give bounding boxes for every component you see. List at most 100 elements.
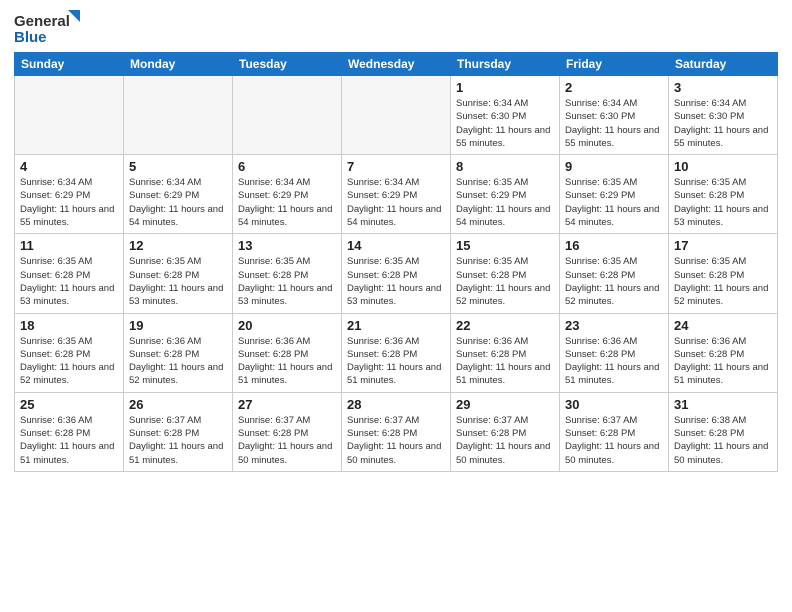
day-number: 20	[238, 318, 336, 333]
dow-header-thursday: Thursday	[451, 53, 560, 76]
week-row-2: 4Sunrise: 6:34 AM Sunset: 6:29 PM Daylig…	[15, 155, 778, 234]
day-number: 25	[20, 397, 118, 412]
day-number: 23	[565, 318, 663, 333]
calendar-cell	[342, 76, 451, 155]
day-number: 5	[129, 159, 227, 174]
header: GeneralBlue	[14, 10, 778, 46]
calendar-cell: 20 Sunrise: 6:36 AM Sunset: 6:28 PM Dayli…	[233, 313, 342, 392]
day-detail: Sunrise: 6:35 AM Sunset: 6:28 PM Dayligh…	[674, 255, 772, 308]
svg-text:Blue: Blue	[14, 29, 47, 46]
logo: GeneralBlue	[14, 10, 84, 46]
calendar-body: 1 Sunrise: 6:34 AM Sunset: 6:30 PM Daylig…	[15, 76, 778, 472]
day-number: 15	[456, 238, 554, 253]
day-number: 19	[129, 318, 227, 333]
day-detail: Sunrise: 6:34 AM Sunset: 6:29 PM Dayligh…	[20, 176, 118, 229]
day-number: 21	[347, 318, 445, 333]
calendar-cell: 31 Sunrise: 6:38 AM Sunset: 6:28 PM Dayli…	[669, 392, 778, 471]
day-detail: Sunrise: 6:35 AM Sunset: 6:28 PM Dayligh…	[129, 255, 227, 308]
calendar-cell: 24Sunrise: 6:36 AM Sunset: 6:28 PM Dayli…	[669, 313, 778, 392]
dow-header-sunday: Sunday	[15, 53, 124, 76]
calendar-cell: 14Sunrise: 6:35 AM Sunset: 6:28 PM Dayli…	[342, 234, 451, 313]
day-detail: Sunrise: 6:35 AM Sunset: 6:28 PM Dayligh…	[347, 255, 445, 308]
day-number: 3	[674, 80, 772, 95]
calendar-cell: 4Sunrise: 6:34 AM Sunset: 6:29 PM Daylig…	[15, 155, 124, 234]
week-row-5: 25 Sunrise: 6:36 AM Sunset: 6:28 PM Dayli…	[15, 392, 778, 471]
day-detail: Sunrise: 6:34 AM Sunset: 6:30 PM Dayligh…	[674, 97, 772, 150]
dow-header-tuesday: Tuesday	[233, 53, 342, 76]
page: GeneralBlue SundayMondayTuesdayWednesday…	[0, 0, 792, 612]
calendar-cell: 21 Sunrise: 6:36 AM Sunset: 6:28 PM Dayli…	[342, 313, 451, 392]
day-number: 9	[565, 159, 663, 174]
calendar-cell: 12Sunrise: 6:35 AM Sunset: 6:28 PM Dayli…	[124, 234, 233, 313]
calendar-cell: 10Sunrise: 6:35 AM Sunset: 6:28 PM Dayli…	[669, 155, 778, 234]
calendar-cell: 27 Sunrise: 6:37 AM Sunset: 6:28 PM Dayli…	[233, 392, 342, 471]
day-number: 6	[238, 159, 336, 174]
day-number: 22	[456, 318, 554, 333]
calendar-cell: 3 Sunrise: 6:34 AM Sunset: 6:30 PM Daylig…	[669, 76, 778, 155]
day-detail: Sunrise: 6:37 AM Sunset: 6:28 PM Dayligh…	[238, 414, 336, 467]
calendar-cell: 11Sunrise: 6:35 AM Sunset: 6:28 PM Dayli…	[15, 234, 124, 313]
svg-text:General: General	[14, 13, 70, 30]
logo-icon: GeneralBlue	[14, 10, 84, 46]
day-detail: Sunrise: 6:36 AM Sunset: 6:28 PM Dayligh…	[20, 414, 118, 467]
dow-header-wednesday: Wednesday	[342, 53, 451, 76]
day-number: 8	[456, 159, 554, 174]
day-number: 26	[129, 397, 227, 412]
calendar-cell: 22 Sunrise: 6:36 AM Sunset: 6:28 PM Dayli…	[451, 313, 560, 392]
day-detail: Sunrise: 6:34 AM Sunset: 6:29 PM Dayligh…	[347, 176, 445, 229]
day-detail: Sunrise: 6:37 AM Sunset: 6:28 PM Dayligh…	[565, 414, 663, 467]
calendar-cell: 29 Sunrise: 6:37 AM Sunset: 6:28 PM Dayli…	[451, 392, 560, 471]
day-number: 31	[674, 397, 772, 412]
calendar-cell	[15, 76, 124, 155]
calendar-cell	[124, 76, 233, 155]
calendar-cell: 25 Sunrise: 6:36 AM Sunset: 6:28 PM Dayli…	[15, 392, 124, 471]
day-number: 30	[565, 397, 663, 412]
calendar-cell: 6 Sunrise: 6:34 AM Sunset: 6:29 PM Daylig…	[233, 155, 342, 234]
calendar-cell: 19 Sunrise: 6:36 AM Sunset: 6:28 PM Dayli…	[124, 313, 233, 392]
calendar-cell: 1Sunrise: 6:34 AM Sunset: 6:30 PM Daylig…	[451, 76, 560, 155]
day-number: 10	[674, 159, 772, 174]
calendar-cell: 28 Sunrise: 6:37 AM Sunset: 6:28 PM Dayli…	[342, 392, 451, 471]
day-number: 1	[456, 80, 554, 95]
dow-header-monday: Monday	[124, 53, 233, 76]
day-detail: Sunrise: 6:35 AM Sunset: 6:29 PM Dayligh…	[456, 176, 554, 229]
calendar-cell: 5 Sunrise: 6:34 AM Sunset: 6:29 PM Daylig…	[124, 155, 233, 234]
day-number: 7	[347, 159, 445, 174]
day-number: 18	[20, 318, 118, 333]
calendar-cell: 9 Sunrise: 6:35 AM Sunset: 6:29 PM Daylig…	[560, 155, 669, 234]
day-detail: Sunrise: 6:36 AM Sunset: 6:28 PM Dayligh…	[456, 335, 554, 388]
calendar-cell: 18 Sunrise: 6:35 AM Sunset: 6:28 PM Dayli…	[15, 313, 124, 392]
calendar-cell: 13 Sunrise: 6:35 AM Sunset: 6:28 PM Dayli…	[233, 234, 342, 313]
calendar-cell: 17Sunrise: 6:35 AM Sunset: 6:28 PM Dayli…	[669, 234, 778, 313]
day-number: 29	[456, 397, 554, 412]
dow-header-saturday: Saturday	[669, 53, 778, 76]
day-detail: Sunrise: 6:35 AM Sunset: 6:29 PM Dayligh…	[565, 176, 663, 229]
day-number: 2	[565, 80, 663, 95]
days-of-week-row: SundayMondayTuesdayWednesdayThursdayFrid…	[15, 53, 778, 76]
day-detail: Sunrise: 6:35 AM Sunset: 6:28 PM Dayligh…	[20, 335, 118, 388]
week-row-1: 1 Sunrise: 6:34 AM Sunset: 6:30 PM Daylig…	[15, 76, 778, 155]
day-detail: Sunrise: 6:36 AM Sunset: 6:28 PM Dayligh…	[347, 335, 445, 388]
day-detail: Sunrise: 6:36 AM Sunset: 6:28 PM Dayligh…	[129, 335, 227, 388]
calendar-cell	[233, 76, 342, 155]
calendar-cell: 16Sunrise: 6:35 AM Sunset: 6:28 PM Dayli…	[560, 234, 669, 313]
day-detail: Sunrise: 6:38 AM Sunset: 6:28 PM Dayligh…	[674, 414, 772, 467]
day-detail: Sunrise: 6:34 AM Sunset: 6:29 PM Dayligh…	[238, 176, 336, 229]
day-detail: Sunrise: 6:37 AM Sunset: 6:28 PM Dayligh…	[347, 414, 445, 467]
calendar-cell: 2 Sunrise: 6:34 AM Sunset: 6:30 PM Daylig…	[560, 76, 669, 155]
day-detail: Sunrise: 6:37 AM Sunset: 6:28 PM Dayligh…	[456, 414, 554, 467]
day-detail: Sunrise: 6:34 AM Sunset: 6:29 PM Dayligh…	[129, 176, 227, 229]
day-number: 24	[674, 318, 772, 333]
day-number: 13	[238, 238, 336, 253]
day-detail: Sunrise: 6:35 AM Sunset: 6:28 PM Dayligh…	[238, 255, 336, 308]
day-number: 27	[238, 397, 336, 412]
day-detail: Sunrise: 6:36 AM Sunset: 6:28 PM Dayligh…	[238, 335, 336, 388]
day-detail: Sunrise: 6:34 AM Sunset: 6:30 PM Dayligh…	[565, 97, 663, 150]
calendar-cell: 30 Sunrise: 6:37 AM Sunset: 6:28 PM Dayli…	[560, 392, 669, 471]
day-detail: Sunrise: 6:35 AM Sunset: 6:28 PM Dayligh…	[20, 255, 118, 308]
dow-header-friday: Friday	[560, 53, 669, 76]
week-row-3: 11Sunrise: 6:35 AM Sunset: 6:28 PM Dayli…	[15, 234, 778, 313]
calendar-cell: 8 Sunrise: 6:35 AM Sunset: 6:29 PM Daylig…	[451, 155, 560, 234]
day-number: 28	[347, 397, 445, 412]
calendar-cell: 7 Sunrise: 6:34 AM Sunset: 6:29 PM Daylig…	[342, 155, 451, 234]
